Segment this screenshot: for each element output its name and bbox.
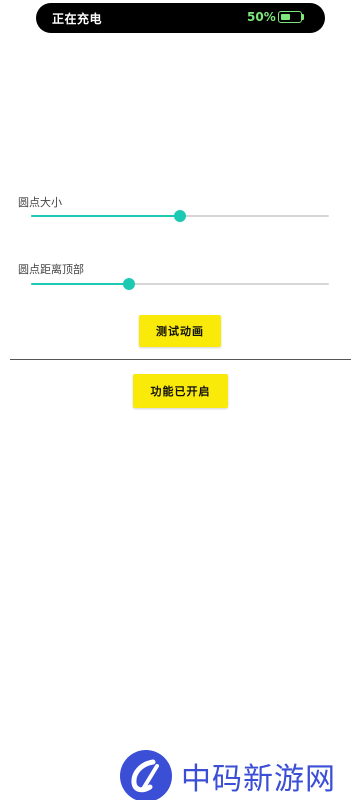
feature-enabled-button[interactable]: 功能已开启 — [133, 374, 228, 408]
app-screen: 正在充电 50% 圆点大小 圆点距离顶部 测试动画 功能已开启 中码新游网 — [0, 0, 360, 800]
battery-percent: 50% — [247, 10, 276, 24]
battery-icon — [278, 11, 302, 23]
dot-top-distance-slider[interactable] — [31, 277, 329, 291]
watermark-text: 中码新游网 — [181, 762, 336, 797]
divider — [10, 359, 351, 360]
battery-fill — [280, 13, 290, 20]
charging-label: 正在充电 — [52, 12, 103, 26]
dot-size-slider[interactable] — [31, 209, 329, 223]
slider-thumb[interactable] — [123, 278, 135, 290]
test-animation-button[interactable]: 测试动画 — [139, 315, 221, 347]
charging-status-bar: 正在充电 50% — [36, 3, 325, 33]
battery-tip — [302, 14, 304, 20]
dot-size-label: 圆点大小 — [18, 196, 62, 209]
watermark-logo-icon — [120, 750, 172, 800]
slider-active-track — [31, 283, 129, 285]
slider-active-track — [31, 215, 180, 217]
dot-top-distance-label: 圆点距离顶部 — [18, 263, 84, 276]
slider-thumb[interactable] — [174, 210, 186, 222]
